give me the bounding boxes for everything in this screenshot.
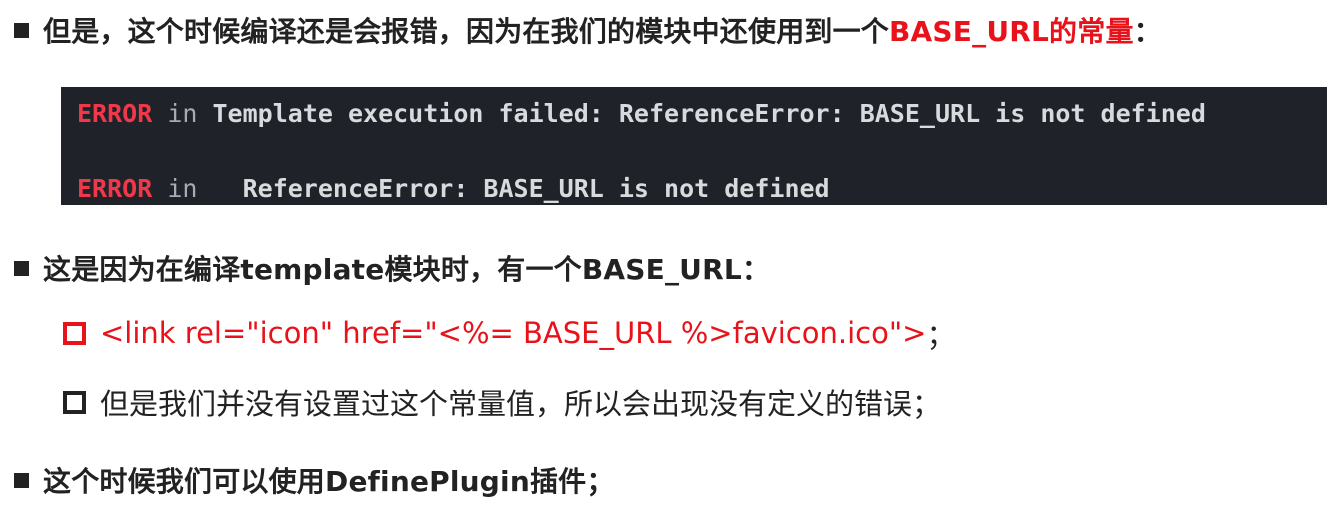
square-bullet-icon (14, 260, 29, 276)
error-keyword: in (167, 99, 198, 128)
terminal-error-output: ERROR in Template execution failed: Refe… (61, 87, 1327, 205)
bullet-item-reason: 这是因为在编译template模块时，有一个BASE_URL： (14, 248, 770, 288)
bullet-text-main: 但是，这个时候编译还是会报错，因为在我们的模块中还使用到一个 (43, 15, 890, 48)
square-bullet-icon (14, 22, 29, 38)
code-snippet: <link rel="icon" href="<%= BASE_URL %>fa… (100, 316, 927, 350)
sub-bullet-suffix: ； (926, 318, 956, 352)
hollow-square-bullet-icon (63, 321, 86, 345)
square-bullet-icon (14, 472, 29, 488)
error-label: ERROR (77, 99, 153, 128)
error-message: ReferenceError: BASE_URL is not defined (212, 174, 830, 203)
bullet-text: 这是因为在编译template模块时，有一个BASE_URL： (43, 253, 771, 286)
bullet-text-highlight: BASE_URL的常量 (889, 15, 1134, 48)
bullet-text: 这个时候我们可以使用DefinePlugin插件； (43, 465, 615, 498)
bullet-item-defineplugin: 这个时候我们可以使用DefinePlugin插件； (14, 460, 615, 500)
bullet-item-compile-error: 但是，这个时候编译还是会报错，因为在我们的模块中还使用到一个BASE_URL的常… (14, 10, 1162, 50)
bullet-text: 但是，这个时候编译还是会报错，因为在我们的模块中还使用到一个BASE_URL的常… (43, 10, 1162, 50)
terminal-line: ERROR in Template execution failed: Refe… (77, 99, 1206, 128)
error-message: Template execution failed: ReferenceErro… (212, 99, 1206, 128)
sub-bullet-link-code: <link rel="icon" href="<%= BASE_URL %>fa… (63, 312, 956, 354)
terminal-line: ERROR in ReferenceError: BASE_URL is not… (77, 174, 830, 203)
error-label: ERROR (77, 174, 153, 203)
hollow-square-bullet-icon (63, 390, 86, 414)
bullet-text-colon: ： (1133, 15, 1162, 48)
error-keyword: in (167, 174, 198, 203)
sub-bullet-undefined: 但是我们并没有设置过这个常量值，所以会出现没有定义的错误； (63, 381, 941, 423)
sub-bullet-text: 但是我们并没有设置过这个常量值，所以会出现没有定义的错误； (100, 387, 942, 421)
